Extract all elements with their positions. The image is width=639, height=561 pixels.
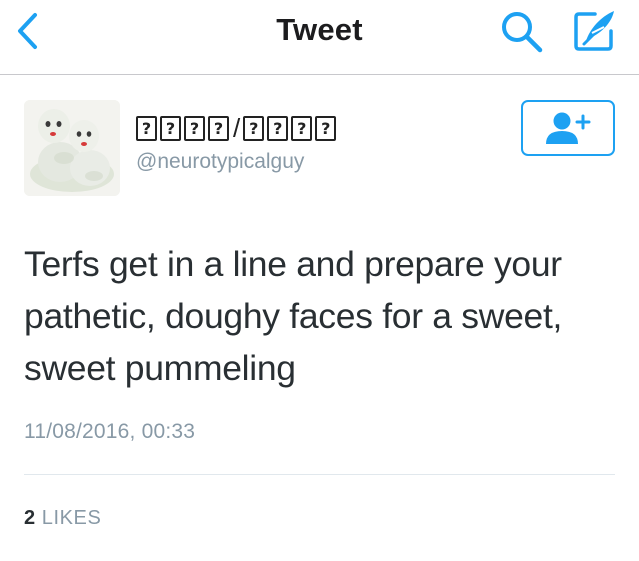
divider [24,474,615,475]
likes-count: 2 [24,507,36,529]
user-handle[interactable]: @neurotypicalguy [136,150,304,174]
compose-button[interactable] [568,6,620,56]
unrenderable-glyph: ? [243,116,265,141]
likes-stat[interactable]: 2 LIKES [24,507,101,530]
search-button[interactable] [497,8,547,56]
nav-bar: Tweet [0,0,639,75]
display-name-separator: / [233,113,241,143]
tweet-text: Terfs get in a line and prepare your pat… [24,244,563,388]
add-user-icon [546,112,591,144]
avatar[interactable] [24,100,120,196]
unrenderable-glyph: ? [315,116,337,141]
unrenderable-glyph: ? [160,116,181,141]
likes-label: LIKES [41,507,102,529]
compose-icon [574,11,614,51]
avatar-image [24,100,120,196]
unrenderable-glyph: ? [291,116,313,141]
search-icon [502,12,543,53]
display-name[interactable]: ? ? ? ? / ? ? ? ? [136,113,339,143]
unrenderable-glyph: ? [136,116,157,141]
tweet-timestamp: 11/08/2016, 00:33 [24,420,196,443]
follow-button[interactable] [521,100,615,156]
unrenderable-glyph: ? [267,116,289,141]
tweet-detail-screen: Tweet ? ? ? ? / ? ? ? ? @neurotypicalguy… [0,0,639,561]
unrenderable-glyph: ? [184,116,205,141]
unrenderable-glyph: ? [208,116,229,141]
